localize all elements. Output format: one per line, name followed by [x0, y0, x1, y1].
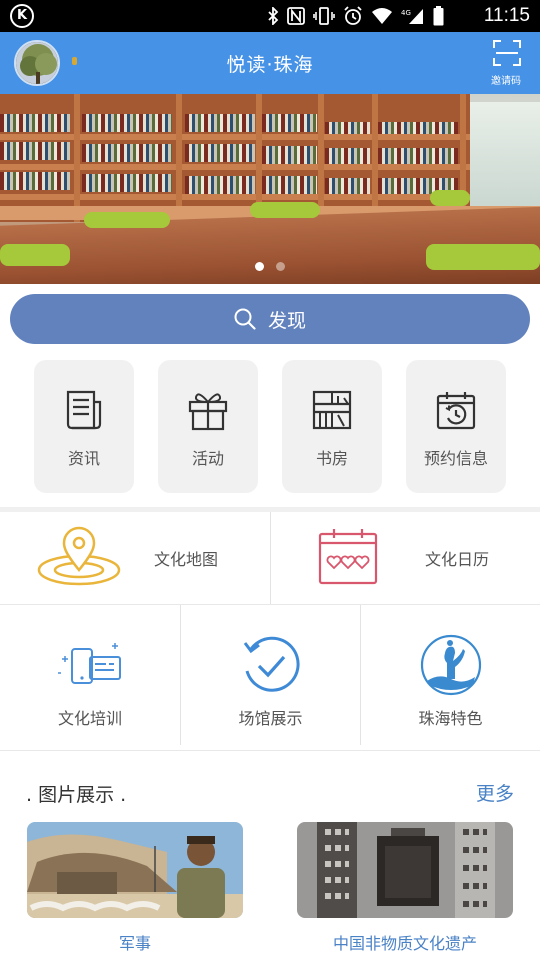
- military-photo: [27, 822, 243, 918]
- bookshelf-icon: [312, 390, 352, 430]
- divider: [0, 750, 540, 751]
- venue-display-entry[interactable]: 场馆展示: [181, 605, 360, 745]
- carousel-dot-active[interactable]: [255, 262, 264, 271]
- map-pin-icon: [37, 526, 121, 586]
- zhuhai-statue-icon: [420, 634, 482, 696]
- page-title: 悦读·珠海: [226, 54, 314, 76]
- culture-calendar-entry[interactable]: 文化日历: [271, 512, 540, 604]
- calendar-clock-icon: [436, 392, 476, 430]
- scan-icon: [493, 40, 521, 66]
- zhuhai-features-label: 珠海特色: [418, 709, 483, 728]
- tile-reservation[interactable]: 预约信息: [406, 360, 506, 493]
- calendar-hearts-icon: [318, 529, 378, 585]
- discover-label: 发现: [267, 309, 306, 332]
- k-logo-icon: K: [10, 4, 34, 28]
- banner-chair: [84, 212, 170, 228]
- banner-carousel[interactable]: [0, 94, 540, 284]
- venue-display-label: 场馆展示: [238, 709, 303, 728]
- vibrate-icon: [313, 7, 335, 25]
- scan-invite-label: 邀请码: [491, 76, 521, 87]
- app-header: 悦读·珠海 邀请码: [0, 32, 540, 94]
- culture-calendar-label: 文化日历: [425, 550, 490, 569]
- status-bar: K 4G 11:15: [0, 0, 540, 32]
- banner-chair: [430, 190, 470, 206]
- scan-invite-button[interactable]: 邀请码: [488, 38, 524, 90]
- banner-window: [466, 102, 540, 212]
- tile-study-room[interactable]: 书房: [282, 360, 382, 493]
- carousel-indicators: [0, 256, 540, 275]
- news-icon: [66, 390, 102, 430]
- svg-text:4G: 4G: [401, 9, 411, 17]
- gallery-card-military[interactable]: [27, 822, 243, 918]
- banner-chair: [250, 202, 320, 218]
- culture-map-entry[interactable]: 文化地图: [0, 512, 270, 604]
- status-icons: 4G: [267, 6, 444, 26]
- discover-search-bar[interactable]: 发现: [10, 294, 530, 344]
- search-icon: [234, 308, 256, 330]
- gallery-caption-military: 军事: [118, 934, 151, 953]
- venue-check-icon: [243, 636, 300, 692]
- gallery-card-heritage[interactable]: [297, 822, 513, 918]
- alarm-icon: [344, 6, 362, 25]
- culture-training-entry[interactable]: 文化培训: [0, 605, 180, 745]
- status-time: 11:15: [483, 5, 530, 26]
- carousel-dot[interactable]: [276, 262, 285, 271]
- tile-activities[interactable]: 活动: [158, 360, 258, 493]
- tile-news[interactable]: 资讯: [34, 360, 134, 493]
- gallery-more-link[interactable]: 更多: [476, 779, 514, 806]
- zhuhai-features-entry[interactable]: 珠海特色: [361, 605, 540, 745]
- battery-icon: [433, 6, 444, 26]
- heritage-photo: [297, 822, 513, 918]
- wifi-icon: [372, 8, 392, 24]
- bluetooth-icon: [268, 7, 279, 25]
- culture-map-label: 文化地图: [154, 550, 219, 569]
- gallery-section-title: . 图片展示 .: [26, 784, 127, 806]
- gallery-caption-heritage: 中国非物质文化遗产: [332, 934, 477, 953]
- tile-news-label: 资讯: [67, 449, 100, 468]
- tile-activities-label: 活动: [191, 449, 224, 468]
- culture-training-label: 文化培训: [57, 709, 122, 728]
- tile-study-room-label: 书房: [315, 449, 348, 468]
- banner-bookshelf: [0, 94, 470, 222]
- training-screen-icon: [58, 643, 121, 684]
- tile-reservation-label: 预约信息: [423, 449, 488, 468]
- signal-icon: 4G: [401, 9, 423, 24]
- nfc-icon: [287, 7, 305, 25]
- gift-icon: [188, 393, 228, 431]
